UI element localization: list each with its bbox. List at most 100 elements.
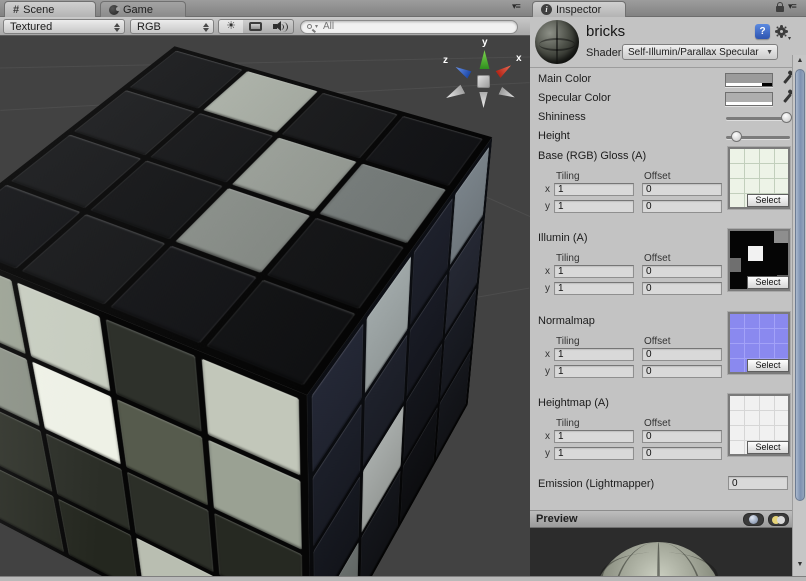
shininess-label: Shininess bbox=[538, 111, 586, 123]
tiling-header: Tiling bbox=[556, 253, 580, 264]
gizmo-axis-cone-gray[interactable] bbox=[443, 83, 466, 103]
tiling-x-input[interactable] bbox=[554, 265, 634, 278]
sphere-seam bbox=[612, 542, 704, 576]
preview-title: Preview bbox=[536, 513, 578, 525]
heightmap-texture-thumbnail[interactable]: Select bbox=[728, 394, 790, 456]
gizmo-axis-z-cone[interactable] bbox=[453, 62, 472, 80]
offset-x-input[interactable] bbox=[642, 348, 722, 361]
select-button[interactable]: Select bbox=[747, 276, 789, 289]
dropdown-arrows-icon bbox=[114, 23, 120, 32]
tiling-x-input[interactable] bbox=[554, 348, 634, 361]
cube-gameobject[interactable] bbox=[66, 131, 413, 528]
scene-orientation-gizmo[interactable]: y x z bbox=[440, 42, 530, 116]
slider-handle[interactable] bbox=[731, 131, 742, 142]
tiling-y-input[interactable] bbox=[554, 447, 634, 460]
gizmo-axis-y-cone[interactable] bbox=[478, 50, 491, 69]
offset-header: Offset bbox=[644, 253, 671, 264]
search-filter-caret-icon: ▾ bbox=[315, 23, 318, 30]
material-preview-sphere bbox=[592, 542, 724, 576]
height-slider[interactable] bbox=[726, 130, 790, 143]
emission-label: Emission (Lightmapper) bbox=[538, 478, 654, 490]
scene-viewport[interactable]: y x z bbox=[0, 36, 530, 576]
gear-icon[interactable] bbox=[777, 27, 786, 36]
scene-search-field[interactable]: ▾ bbox=[300, 20, 518, 34]
tab-game-label: Game bbox=[123, 4, 153, 16]
base-map-section: Base (RGB) Gloss (A) Select Tiling Offse… bbox=[530, 150, 792, 230]
tab-inspector[interactable]: i Inspector bbox=[532, 1, 626, 17]
x-axis-label: x bbox=[545, 266, 550, 277]
specular-color-swatch[interactable] bbox=[725, 92, 773, 106]
tab-game[interactable]: Game bbox=[100, 1, 186, 17]
gizmo-axis-cone-gray[interactable] bbox=[478, 92, 489, 108]
offset-x-input[interactable] bbox=[642, 183, 722, 196]
offset-x-input[interactable] bbox=[642, 430, 722, 443]
y-axis-label: y bbox=[545, 201, 550, 212]
preview-lighting-button[interactable] bbox=[768, 513, 789, 526]
tiling-y-input[interactable] bbox=[554, 200, 634, 213]
illumin-texture-thumbnail[interactable]: Select bbox=[728, 229, 790, 291]
dropdown-arrows-icon bbox=[203, 23, 209, 32]
help-icon[interactable]: ? bbox=[755, 24, 770, 39]
select-button[interactable]: Select bbox=[747, 359, 789, 372]
normalmap-texture-thumbnail[interactable]: Select bbox=[728, 312, 790, 374]
material-name: bricks bbox=[586, 23, 625, 40]
map-label: Illumin (A) bbox=[538, 232, 588, 244]
select-button[interactable]: Select bbox=[747, 194, 789, 207]
window-bottom-edge bbox=[0, 576, 806, 581]
image-icon bbox=[249, 22, 262, 31]
audio-toggle-button[interactable] bbox=[268, 19, 294, 34]
normalmap-section: Normalmap Select Tiling Offset x y bbox=[530, 315, 792, 395]
sphere-icon bbox=[749, 515, 758, 524]
material-preview-area[interactable] bbox=[530, 528, 792, 576]
main-color-label: Main Color bbox=[538, 73, 591, 85]
gizmo-axis-cone-gray[interactable] bbox=[498, 86, 517, 103]
speaker-icon bbox=[272, 21, 290, 32]
material-thumbnail-sphere bbox=[535, 20, 579, 64]
main-color-swatch[interactable] bbox=[725, 73, 773, 87]
scene-panel-menu-icon[interactable]: ▾≡ bbox=[512, 1, 520, 12]
offset-x-input[interactable] bbox=[642, 265, 722, 278]
render-mode-dropdown[interactable]: Textured bbox=[3, 19, 125, 34]
specular-color-label: Specular Color bbox=[538, 92, 611, 104]
shininess-slider[interactable] bbox=[726, 111, 790, 124]
scroll-down-icon[interactable]: ▼ bbox=[793, 561, 806, 568]
color-mode-dropdown[interactable]: RGB bbox=[130, 19, 214, 34]
map-label: Base (RGB) Gloss (A) bbox=[538, 150, 646, 162]
illumin-map-section: Illumin (A) Select Tiling Offset x y bbox=[530, 232, 792, 312]
offset-header: Offset bbox=[644, 418, 671, 429]
select-button[interactable]: Select bbox=[747, 441, 789, 454]
preview-shape-button[interactable] bbox=[743, 513, 764, 526]
search-input[interactable] bbox=[321, 20, 471, 33]
lock-icon[interactable] bbox=[776, 6, 784, 12]
offset-header: Offset bbox=[644, 336, 671, 347]
render-mode-value: Textured bbox=[10, 21, 52, 33]
tiling-y-input[interactable] bbox=[554, 282, 634, 295]
offset-y-input[interactable] bbox=[642, 365, 722, 378]
inspector-scrollbar[interactable]: ▲ ▼ bbox=[792, 55, 806, 576]
tiling-x-input[interactable] bbox=[554, 430, 634, 443]
render-effects-button[interactable] bbox=[243, 19, 269, 34]
slider-handle[interactable] bbox=[781, 112, 792, 123]
emission-input[interactable] bbox=[728, 476, 788, 490]
shader-value: Self-Illumin/Parallax Specular bbox=[628, 47, 759, 58]
gizmo-axis-x-cone[interactable] bbox=[495, 61, 514, 79]
tiling-x-input[interactable] bbox=[554, 183, 634, 196]
preview-bar[interactable]: Preview bbox=[530, 510, 792, 528]
offset-y-input[interactable] bbox=[642, 447, 722, 460]
scroll-up-icon[interactable]: ▲ bbox=[793, 57, 806, 64]
y-axis-label: y bbox=[545, 448, 550, 459]
gizmo-center-cube[interactable] bbox=[477, 75, 490, 88]
offset-y-input[interactable] bbox=[642, 200, 722, 213]
scene-tabbar: # Scene Game ▾≡ bbox=[0, 0, 530, 17]
tiling-y-input[interactable] bbox=[554, 365, 634, 378]
tab-scene[interactable]: # Scene bbox=[4, 1, 96, 17]
shader-dropdown[interactable]: Self-Illumin/Parallax Specular ▼ bbox=[622, 44, 778, 60]
x-axis-label: x bbox=[545, 349, 550, 360]
sun-icon: ☀ bbox=[226, 21, 236, 32]
scrollbar-thumb[interactable] bbox=[795, 69, 805, 501]
gizmo-z-label: z bbox=[443, 55, 448, 66]
base-texture-thumbnail[interactable]: Select bbox=[728, 147, 790, 209]
offset-y-input[interactable] bbox=[642, 282, 722, 295]
lighting-toggle-button[interactable]: ☀ bbox=[218, 19, 244, 34]
inspector-panel-menu-icon[interactable]: ▾≡ bbox=[788, 1, 796, 12]
